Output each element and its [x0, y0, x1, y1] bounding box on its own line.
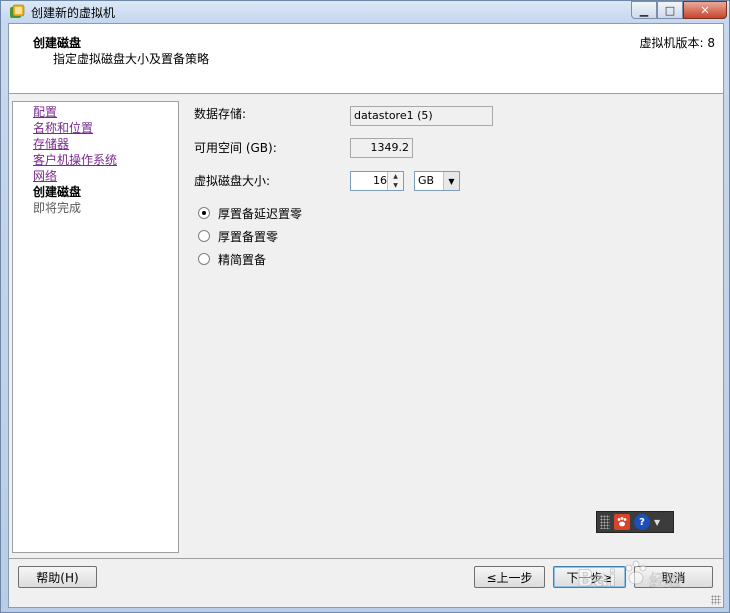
help-icon[interactable]: ?: [634, 514, 650, 530]
wizard-window: 创建新的虚拟机 ▁ □ ✕ 创建磁盘 指定虚拟磁盘大小及置备策略 虚拟机版本: …: [0, 0, 730, 613]
radio-thick-eager-zeroed[interactable]: 厚置备置零: [198, 228, 278, 244]
page-title: 创建磁盘: [33, 36, 82, 50]
minimize-button[interactable]: ▁: [631, 1, 657, 19]
back-button[interactable]: ≤上一步: [474, 566, 545, 588]
vsphere-app-icon: [10, 4, 25, 18]
floating-toolbar: ? ▼: [596, 511, 674, 533]
close-icon: ✕: [700, 3, 710, 17]
sidebar-item-guest-os[interactable]: 客户机操作系统: [33, 152, 178, 168]
radio-button-selected[interactable]: [198, 207, 210, 219]
disk-size-input[interactable]: 16: [351, 172, 387, 190]
free-space-label: 可用空间 (GB):: [194, 141, 277, 155]
cancel-button[interactable]: 取消: [634, 566, 713, 588]
minimize-icon: ▁: [639, 3, 649, 17]
free-space-value: 1349.2: [350, 138, 413, 158]
radio-thick-lazy-zeroed[interactable]: 厚置备延迟置零: [198, 205, 302, 221]
resize-grip[interactable]: [711, 595, 721, 605]
vm-version-label: 虚拟机版本: 8: [639, 36, 716, 50]
sidebar-item-network[interactable]: 网络: [33, 168, 178, 184]
maximize-icon: □: [664, 3, 676, 17]
sidebar-item-ready-to-complete: 即将完成: [33, 201, 82, 215]
chevron-down-icon: ▼: [443, 172, 459, 190]
datastore-label: 数据存储:: [194, 107, 247, 121]
wizard-steps-sidebar: 配置 名称和位置 存储器 客户机操作系统 网络 创建磁盘 即将完成: [12, 101, 179, 553]
disk-size-stepper[interactable]: 16 ▲ ▼: [350, 171, 404, 191]
page-subtitle: 指定虚拟磁盘大小及置备策略: [53, 52, 210, 66]
window-controls: ▁ □ ✕: [631, 1, 727, 19]
grip-icon[interactable]: [600, 515, 610, 529]
close-button[interactable]: ✕: [683, 1, 727, 19]
footer-divider: [9, 558, 723, 559]
dropdown-icon[interactable]: ▼: [654, 518, 660, 527]
help-button[interactable]: 帮助(H): [18, 566, 97, 588]
spin-buttons: ▲ ▼: [387, 172, 403, 190]
radio-thin-provision[interactable]: 精简置备: [198, 251, 266, 267]
spin-down-icon[interactable]: ▼: [388, 181, 403, 190]
next-button[interactable]: 下一步≥: [553, 566, 626, 588]
sidebar-item-storage[interactable]: 存储器: [33, 136, 178, 152]
datastore-value: datastore1 (5): [350, 106, 493, 126]
paw-icon[interactable]: [614, 514, 630, 530]
wizard-client-area: 创建磁盘 指定虚拟磁盘大小及置备策略 虚拟机版本: 8 配置 名称和位置 存储器…: [8, 23, 724, 608]
spin-up-icon[interactable]: ▲: [388, 172, 403, 181]
create-disk-form: 数据存储: datastore1 (5) 可用空间 (GB): 1349.2 虚…: [184, 101, 721, 553]
maximize-button[interactable]: □: [657, 1, 683, 19]
disk-size-label: 虚拟磁盘大小:: [194, 174, 271, 188]
radio-label: 厚置备延迟置零: [218, 206, 303, 221]
radio-button[interactable]: [198, 253, 210, 265]
disk-size-unit-value: GB: [418, 174, 435, 187]
title-bar[interactable]: 创建新的虚拟机 ▁ □ ✕: [1, 1, 729, 23]
radio-button[interactable]: [198, 230, 210, 242]
sidebar-item-config[interactable]: 配置: [33, 104, 178, 120]
radio-label: 厚置备置零: [218, 229, 279, 244]
sidebar-item-create-disk: 创建磁盘: [33, 185, 82, 199]
wizard-header: 创建磁盘 指定虚拟磁盘大小及置备策略 虚拟机版本: 8: [9, 24, 723, 94]
window-title: 创建新的虚拟机: [31, 6, 116, 20]
disk-size-unit-select[interactable]: GB ▼: [414, 171, 460, 191]
sidebar-item-name-location[interactable]: 名称和位置: [33, 120, 178, 136]
radio-label: 精简置备: [218, 252, 267, 267]
